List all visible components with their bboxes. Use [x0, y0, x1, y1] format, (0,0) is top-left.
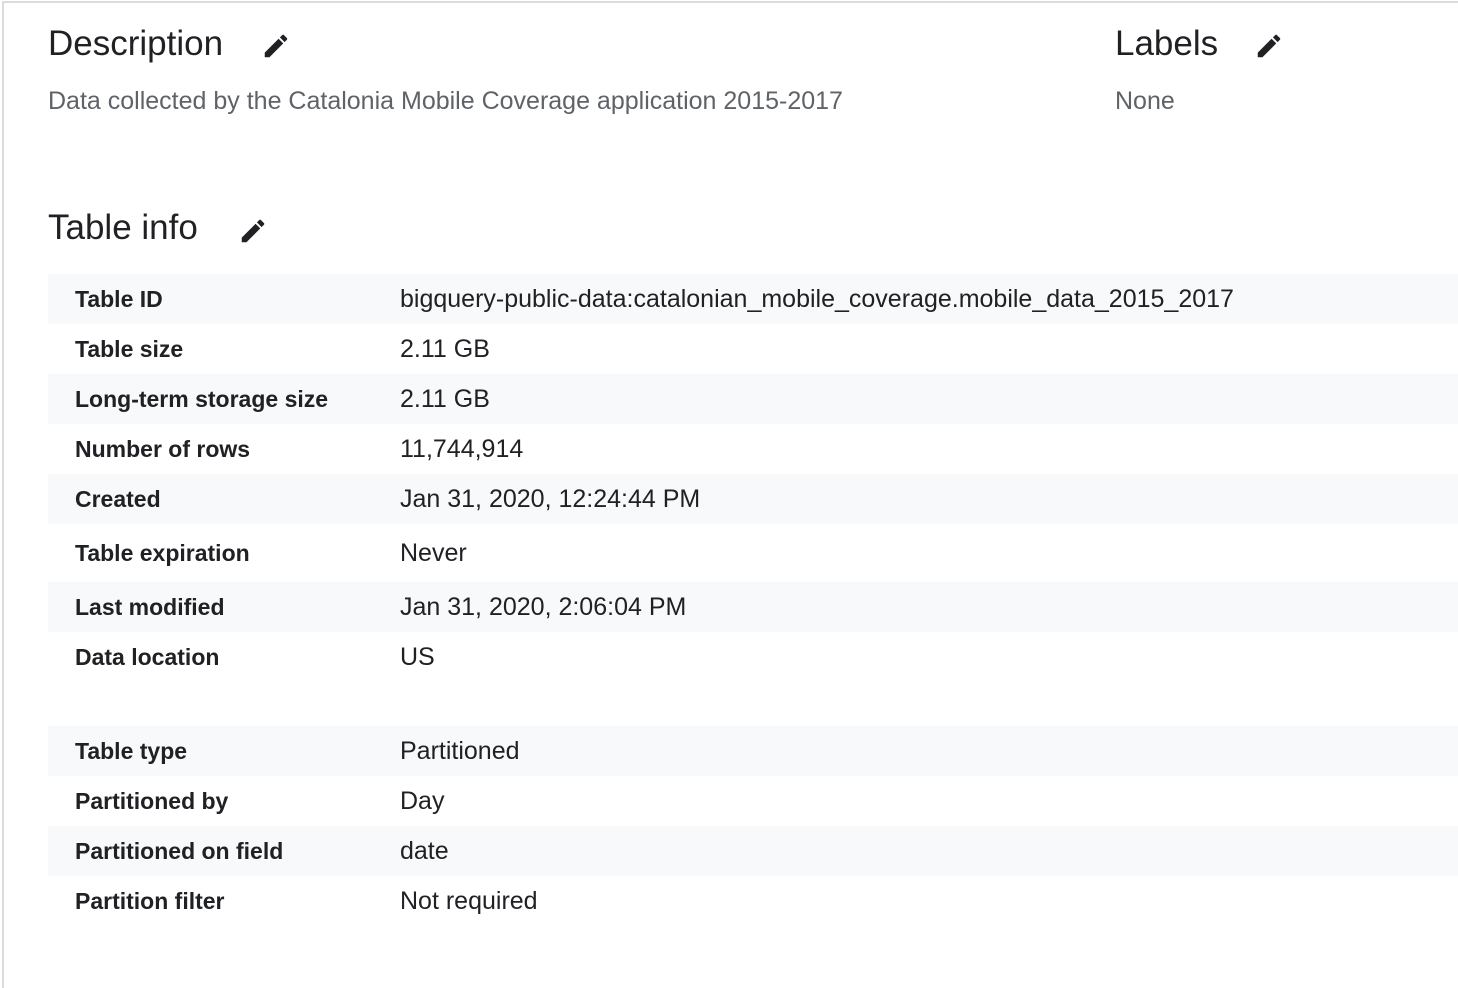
row-value: Not required: [400, 886, 538, 915]
table-row: Data location US: [48, 632, 1458, 682]
row-key: Partitioned on field: [75, 837, 284, 864]
row-key: Long-term storage size: [75, 385, 329, 412]
labels-text: None: [1115, 87, 1175, 115]
table-row: Table size 2.11 GB: [48, 324, 1458, 374]
table-row: Partitioned by Day: [48, 776, 1458, 826]
row-key: Partitioned by: [75, 787, 229, 814]
description-heading: Description: [48, 24, 224, 63]
row-value: Day: [400, 786, 445, 815]
row-value: 2.11 GB: [400, 334, 490, 363]
table-row: Long-term storage size 2.11 GB: [48, 374, 1458, 424]
pencil-icon: [241, 219, 265, 243]
pencil-icon: [264, 34, 288, 58]
table-info-group-2: Table type Partitioned Partitioned by Da…: [48, 726, 1458, 926]
row-value: date: [400, 836, 449, 865]
row-key: Table expiration: [75, 539, 250, 566]
row-value: 2.11 GB: [400, 384, 490, 413]
description-text: Data collected by the Catalonia Mobile C…: [48, 87, 843, 115]
edit-description-button[interactable]: [256, 26, 296, 66]
row-value: Jan 31, 2020, 12:24:44 PM: [400, 484, 701, 513]
row-value: Never: [400, 538, 467, 567]
row-key: Table ID: [75, 285, 163, 312]
row-key: Partition filter: [75, 887, 225, 914]
table-row: Table type Partitioned: [48, 726, 1458, 776]
row-value: 11,744,914: [400, 434, 524, 463]
table-row: Partition filter Not required: [48, 876, 1458, 926]
row-value: Jan 31, 2020, 2:06:04 PM: [400, 592, 687, 621]
table-row: Table expiration Never: [48, 524, 1458, 582]
edit-labels-button[interactable]: [1249, 26, 1289, 66]
table-row: Table ID bigquery-public-data:catalonian…: [48, 274, 1458, 324]
row-value: Partitioned: [400, 736, 520, 765]
labels-heading: Labels: [1115, 24, 1219, 63]
row-value: US: [400, 642, 435, 671]
table-row: Partitioned on field date: [48, 826, 1458, 876]
table-row: Number of rows 11,744,914: [48, 424, 1458, 474]
row-key: Table size: [75, 335, 184, 362]
pencil-icon: [1257, 34, 1281, 58]
row-value: bigquery-public-data:catalonian_mobile_c…: [400, 284, 1234, 313]
table-row: Created Jan 31, 2020, 12:24:44 PM: [48, 474, 1458, 524]
table-row: Last modified Jan 31, 2020, 2:06:04 PM: [48, 582, 1458, 632]
table-info-heading: Table info: [48, 208, 198, 247]
row-key: Data location: [75, 643, 220, 670]
edit-table-info-button[interactable]: [233, 211, 273, 251]
row-key: Number of rows: [75, 435, 251, 462]
row-key: Table type: [75, 737, 188, 764]
table-info-group-1: Table ID bigquery-public-data:catalonian…: [48, 274, 1458, 682]
row-key: Created: [75, 485, 161, 512]
row-key: Last modified: [75, 593, 225, 620]
